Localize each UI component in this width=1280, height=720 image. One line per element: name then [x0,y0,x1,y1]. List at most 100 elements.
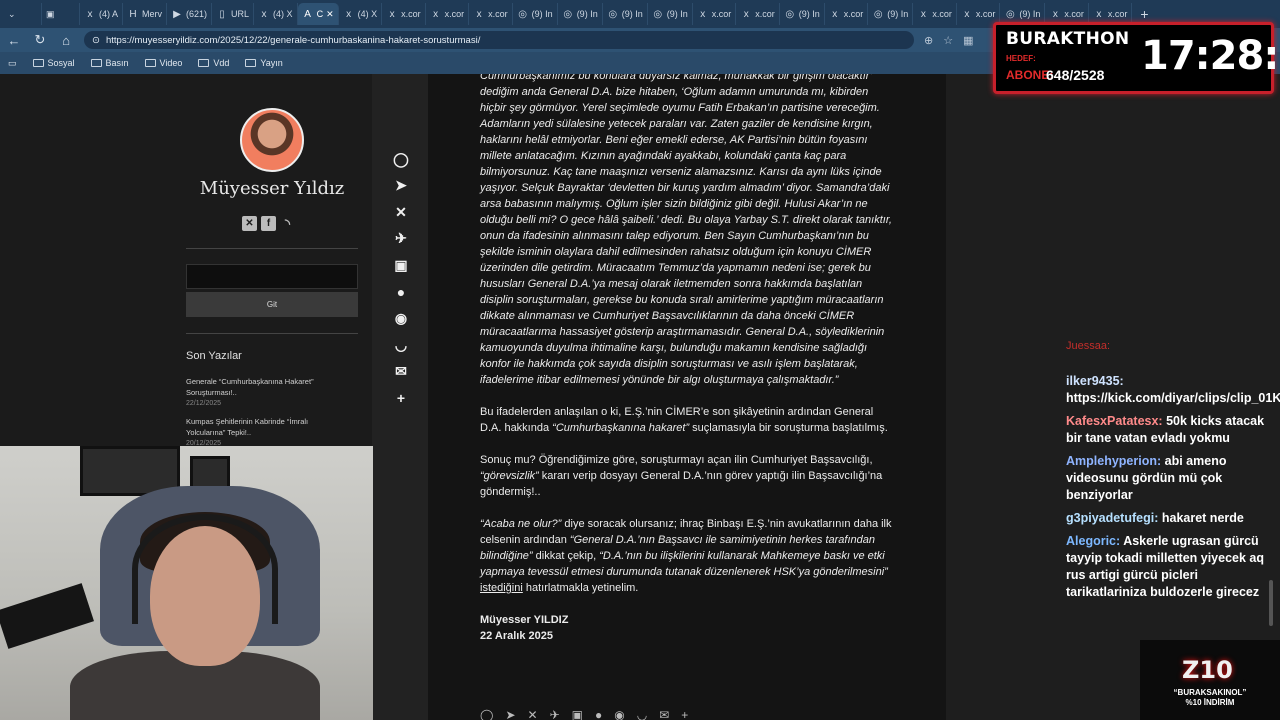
search-input[interactable] [186,264,358,289]
bookmark-basin[interactable]: Basın [90,58,129,68]
tab-favicon-icon: ▯ [219,8,225,20]
browser-tab[interactable]: x x.cor [382,3,426,25]
folder-icon [90,59,102,67]
mastodon-icon[interactable]: ▣ [392,256,410,274]
folder-icon [32,59,44,67]
extension-icon[interactable]: ▦ [963,34,973,47]
tab-label: C [316,9,324,19]
chat-username: Alegoric: [1066,534,1121,548]
subscriber-counter: BURAKTHON HEDEF: ABONE: 648/2528 17:28:4… [993,22,1280,94]
more-icon[interactable]: + [392,389,410,407]
browser-tab[interactable]: H Merv [123,3,168,25]
tab-label: URL [231,9,250,19]
facebook-icon[interactable]: ● [595,708,602,720]
search-button[interactable]: Git [186,292,358,317]
browser-tab[interactable]: x (4) X [339,3,383,25]
tab-favicon-icon: x [920,8,926,20]
article-paragraph: “Acaba ne olur?” diye soracak olursanız;… [480,518,892,594]
browser-tab[interactable]: ▶ (621) [167,3,213,25]
whatsapp-icon[interactable]: ◯ [392,150,410,168]
tab-favicon-icon: x [700,8,706,20]
tab-overview-icon[interactable]: ▣ [42,3,80,25]
telegram-icon[interactable]: ➤ [392,177,410,195]
recent-post[interactable]: Kumpas Şehitlerinin Kabrinde “İmralı Yol… [186,416,346,449]
bookmark-yayin[interactable]: Yayın [245,58,283,68]
tab-label: x.cor [932,9,952,19]
browser-tab[interactable]: ◎ (9) In [558,3,603,25]
chat-message: Amplehyperion: abi ameno videosunu gördü… [1066,453,1272,504]
article-paragraph: Sonuç mu? Öğrendiğimize göre, soruşturma… [480,454,883,498]
chat-text: https://kick.com/diyar/clips/clip_01KBWS… [1066,391,1280,405]
home-icon[interactable]: ⌂ [58,33,74,48]
tab-label: (9) In [887,9,909,19]
reddit-icon[interactable]: ◉ [614,708,624,720]
browser-tab[interactable]: x x.cor [825,3,869,25]
browser-tab[interactable]: ◎ (9) In [513,3,558,25]
x-icon[interactable]: ✕ [242,216,257,231]
chat-faded-user: Juessaa: [1066,340,1111,352]
bookmark-sosyal[interactable]: Sosyal [32,58,75,68]
email-icon[interactable]: ✉ [659,708,669,720]
tab-close-icon[interactable]: ✕ [326,9,334,20]
browser-tab[interactable]: x x.cor [913,3,957,25]
bluesky-icon[interactable]: ✈ [392,230,410,248]
mastodon-icon[interactable]: ▣ [572,708,583,720]
x-icon[interactable]: ✕ [528,708,538,720]
browser-tab[interactable]: ▯ URL [212,3,255,25]
browser-tab[interactable]: ◎ (9) In [603,3,648,25]
pocket-icon[interactable]: ◡ [637,708,647,720]
chat-scrollbar[interactable] [1269,580,1273,626]
recent-post-title[interactable]: Generale “Cumhurbaşkanına Hakaret” Soruş… [186,376,346,398]
bookmarks-menu-icon[interactable]: ▭ [8,58,17,69]
counter-value: 648/2528 [1046,67,1105,83]
bookmark-vdd[interactable]: Vdd [198,58,229,68]
chat-message: ilker9435: https://kick.com/diyar/clips/… [1066,373,1280,407]
url-field[interactable]: ⊙ https://muyesseryildiz.com/2025/12/22/… [84,31,914,49]
tab-favicon-icon: x [476,8,482,20]
browser-tab[interactable]: A C ✕ [297,3,339,25]
browser-tab[interactable]: x x.cor [736,3,780,25]
pocket-icon[interactable]: ◡ [392,336,410,354]
article: Cumhurbaşkanımız bu konulara duyarsız ka… [428,74,946,720]
recent-post[interactable]: Generale “Cumhurbaşkanına Hakaret” Soruş… [186,376,346,409]
browser-tab[interactable]: ◎ (9) In [780,3,825,25]
browser-tab[interactable]: x (4) X [254,3,298,25]
bluesky-icon[interactable]: ✈ [550,708,560,720]
tab-label: (9) In [666,9,688,19]
translate-icon[interactable]: ⊕ [924,34,933,47]
email-icon[interactable]: ✉ [392,363,410,381]
tab-label: (9) In [798,9,820,19]
bookmark-star-icon[interactable]: ☆ [943,34,953,47]
reddit-icon[interactable]: ◉ [392,310,410,328]
tab-list-button[interactable]: ⌄ [4,3,42,25]
back-icon[interactable]: ← [6,33,22,48]
tab-favicon-icon: x [1096,8,1102,20]
rss-icon[interactable]: ◝ [280,216,295,231]
more-icon[interactable]: + [681,708,688,720]
url-actions: ⊕ ☆ ▦ [924,34,974,47]
facebook-icon[interactable]: ● [392,283,410,301]
author-name[interactable]: Müyesser Yıldız [186,178,358,199]
browser-tab[interactable]: x x.cor [426,3,470,25]
browser-tab[interactable]: x (4) A [80,3,124,25]
counter-title: BURAKTHON [1006,29,1130,49]
browser-tab[interactable]: x x.cor [469,3,513,25]
webcam-feed [0,446,373,720]
browser-tab[interactable]: ◎ (9) In [868,3,914,25]
whatsapp-icon[interactable]: ◯ [480,708,493,720]
x-icon[interactable]: ✕ [392,203,410,221]
browser-tab[interactable]: ◎ (9) In [648,3,693,25]
facebook-icon[interactable]: f [261,216,276,231]
browser-tab[interactable]: x x.cor [693,3,737,25]
tab-favicon-icon: H [129,8,137,20]
new-tab-button[interactable]: + [1132,6,1156,22]
bookmark-video[interactable]: Video [144,58,182,68]
article-link[interactable]: istediğini [480,582,523,594]
telegram-icon[interactable]: ➤ [505,708,515,720]
chat-message: KafesxPatatesx: 50k kicks atacak bir tan… [1066,413,1272,447]
tab-favicon-icon: x [832,8,838,20]
reload-icon[interactable]: ↻ [32,32,48,48]
recent-post-title[interactable]: Kumpas Şehitlerinin Kabrinde “İmralı Yol… [186,416,346,438]
site-info-icon[interactable]: ⊙ [92,35,100,46]
chat-text: hakaret nerde [1161,511,1244,525]
